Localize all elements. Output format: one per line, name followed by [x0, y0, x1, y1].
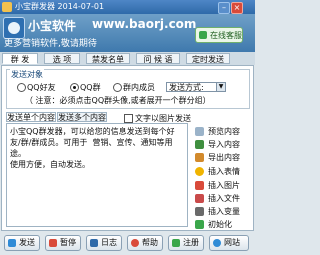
banner: 小宝软件 www.baorj.com 更多营销软件,敬请期待 在线客服 [0, 14, 255, 52]
pause-icon [49, 239, 57, 247]
send-target-legend: 发送对象 [10, 69, 44, 80]
send-button[interactable]: 发送 [4, 235, 40, 251]
tab-mass-send[interactable]: 群 发 [2, 53, 38, 64]
tab-greeting[interactable]: 问 候 语 [136, 53, 180, 64]
website-icon [213, 239, 221, 247]
send-mode-select[interactable]: 发送方式: ▼ [166, 82, 226, 92]
help-icon [131, 239, 139, 247]
insert-variable-label: 插入变量 [208, 207, 240, 216]
app-icon [2, 2, 12, 12]
tab-blacklist[interactable]: 禁发名单 [86, 53, 130, 64]
insert-emoji-button[interactable]: 插入表情 [193, 165, 250, 178]
import-icon [195, 140, 204, 149]
tab-multiple-content[interactable]: 发送多个内容 [57, 112, 107, 122]
export-button[interactable]: 导出内容 [193, 151, 250, 164]
tab-scheduled-send[interactable]: 定时发送 [186, 53, 230, 64]
radio-qq-friends[interactable] [17, 83, 26, 92]
radio-qq-friends-label: QQ好友 [27, 83, 56, 92]
tab-single-content[interactable]: 发送单个内容 [6, 112, 56, 122]
register-button[interactable]: 注册 [168, 235, 204, 251]
initialize-label: 初始化 [208, 220, 232, 229]
website-label: 网站 [224, 238, 240, 247]
online-service-button[interactable]: 在线客服 [195, 27, 243, 43]
chat-icon [199, 31, 207, 39]
preview-icon [195, 127, 204, 136]
insert-image-label: 插入图片 [208, 181, 240, 190]
log-label: 日志 [101, 238, 117, 247]
insert-image-button[interactable]: 插入图片 [193, 179, 250, 192]
insert-emoji-label: 插入表情 [208, 167, 240, 176]
main-tabs: 群 发 选 项 禁发名单 问 候 语 定时发送 [0, 52, 255, 65]
variable-icon [195, 207, 204, 216]
pause-label: 暂停 [60, 238, 76, 247]
log-icon [90, 239, 98, 247]
slogan: 更多营销软件,敬请期待 [4, 39, 97, 49]
send-icon [8, 239, 16, 247]
preview-label: 预览内容 [208, 127, 240, 136]
export-icon [195, 153, 204, 162]
message-editor[interactable]: 小宝QQ群发器，可以给您的信息发送到每个好友/群/群成员。可用于 营销、宣传、通… [6, 123, 188, 227]
send-label: 发送 [19, 238, 35, 247]
help-label: 帮助 [142, 238, 158, 247]
emoji-icon [195, 167, 204, 176]
send-as-image-label: 文字以图片发送 [135, 114, 191, 123]
register-icon [172, 239, 180, 247]
help-button[interactable]: 帮助 [127, 235, 163, 251]
initialize-button[interactable]: 初始化 [193, 218, 250, 231]
import-label: 导入内容 [208, 140, 240, 149]
minimize-button[interactable]: – [218, 2, 230, 14]
init-icon [195, 220, 204, 229]
tab-options[interactable]: 选 项 [44, 53, 80, 64]
title-bar: 小宝群发器 2014-07-01 – × [0, 0, 255, 14]
online-service-label: 在线客服 [210, 31, 242, 40]
main-panel: 发送对象 QQ好友 QQ群 群内成员 发送方式: ▼ （ 注意：必须点击QQ群头… [1, 65, 254, 231]
bottom-toolbar: 发送 暂停 日志 帮助 注册 网站 [0, 232, 255, 255]
image-icon [195, 181, 204, 190]
insert-file-button[interactable]: 插入文件 [193, 192, 250, 205]
close-button[interactable]: × [231, 2, 243, 14]
chevron-down-icon: ▼ [216, 83, 225, 91]
send-target-group: 发送对象 QQ好友 QQ群 群内成员 发送方式: ▼ （ 注意：必须点击QQ群头… [6, 69, 250, 109]
export-label: 导出内容 [208, 153, 240, 162]
log-button[interactable]: 日志 [86, 235, 122, 251]
checkbox-box[interactable] [124, 114, 133, 123]
website-button[interactable]: 网站 [209, 235, 249, 251]
send-mode-value: 发送方式: [169, 83, 204, 92]
brand-url[interactable]: www.baorj.com [92, 17, 196, 31]
radio-qq-group[interactable] [70, 83, 79, 92]
file-icon [195, 194, 204, 203]
insert-file-label: 插入文件 [208, 194, 240, 203]
insert-variable-button[interactable]: 插入变量 [193, 205, 250, 218]
radio-group-members[interactable] [113, 83, 122, 92]
window-title: 小宝群发器 2014-07-01 [15, 2, 105, 11]
radio-group-members-label: 群内成员 [123, 83, 155, 92]
import-button[interactable]: 导入内容 [193, 138, 250, 151]
pause-button[interactable]: 暂停 [45, 235, 81, 251]
target-note: （ 注意：必须点击QQ群头像,或者展开一个群分组） [25, 96, 211, 105]
register-label: 注册 [183, 238, 199, 247]
radio-qq-group-label: QQ群 [80, 83, 101, 92]
brand-name: 小宝软件 [28, 19, 77, 33]
preview-button[interactable]: 预览内容 [193, 125, 250, 138]
